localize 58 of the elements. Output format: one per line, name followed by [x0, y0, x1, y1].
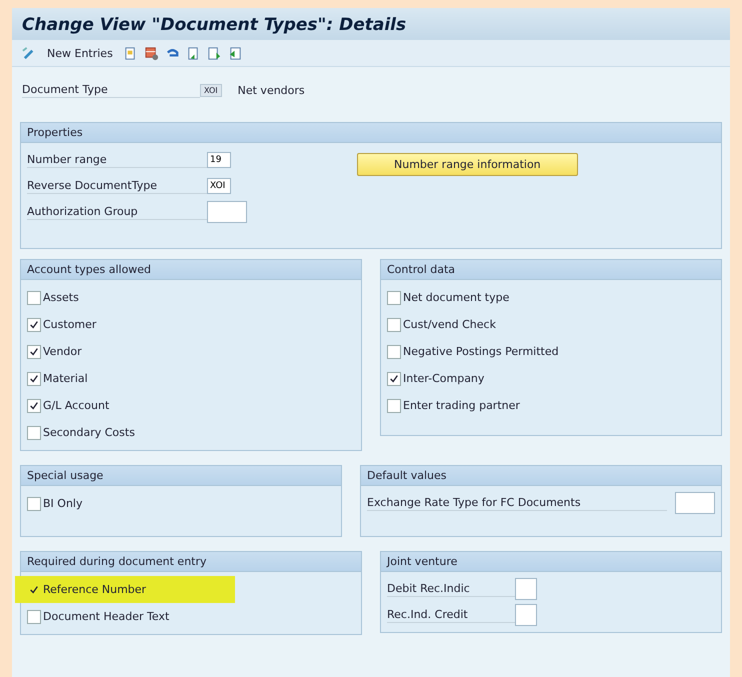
checkmark-icon	[389, 374, 399, 384]
checkbox-label: Net document type	[403, 291, 510, 304]
field-label: Number range	[27, 152, 207, 168]
group-title: Default values	[361, 466, 721, 486]
input-field[interactable]: XOI	[207, 178, 231, 194]
input-field[interactable]: 19	[207, 152, 231, 168]
checkmark-icon	[29, 320, 39, 330]
checkbox-label: Secondary Costs	[43, 426, 135, 439]
field-label: Document Type	[22, 83, 200, 98]
field-label: Exchange Rate Type for FC Documents	[367, 496, 667, 510]
checkbox[interactable]	[27, 372, 41, 386]
checkbox-label: Reference Number	[43, 583, 146, 596]
checkbox[interactable]	[27, 610, 41, 624]
input-field[interactable]	[515, 578, 537, 600]
group-title: Control data	[381, 260, 721, 280]
checkmark-icon	[29, 374, 39, 384]
document-arrow-icon[interactable]	[206, 46, 222, 60]
checkbox[interactable]	[387, 398, 401, 412]
checkmark-icon	[29, 346, 39, 356]
input-field[interactable]	[675, 492, 715, 514]
group-title: Required during document entry	[21, 552, 361, 572]
group-title: Account types allowed	[21, 260, 361, 280]
checkbox-label: Customer	[43, 318, 96, 331]
checkbox-label: Vendor	[43, 345, 82, 358]
checkbox-label: Enter trading partner	[403, 399, 520, 412]
field-label: Reverse DocumentType	[27, 178, 207, 194]
checkbox[interactable]	[387, 344, 401, 358]
number-range-button[interactable]: Number range information	[357, 153, 578, 176]
checkbox-label: Document Header Text	[43, 610, 170, 623]
input-field[interactable]	[515, 604, 537, 626]
checkbox-label: G/L Account	[43, 399, 110, 412]
checkbox[interactable]	[27, 426, 41, 440]
checkbox[interactable]	[27, 344, 41, 358]
checkbox[interactable]	[27, 290, 41, 304]
checkbox-label: BI Only	[43, 497, 82, 510]
input-field[interactable]	[207, 201, 247, 223]
checkbox[interactable]	[27, 496, 41, 510]
checkbox-label: Inter-Company	[403, 372, 484, 385]
window-title: Change View "Document Types": Details	[12, 8, 730, 40]
group-title: Joint venture	[381, 552, 721, 572]
checkbox[interactable]	[387, 290, 401, 304]
group-title: Properties	[21, 123, 721, 143]
checkbox[interactable]	[27, 318, 41, 332]
checkbox-label: Negative Postings Permitted	[403, 345, 559, 358]
checkbox-label: Cust/vend Check	[403, 318, 496, 331]
table-delete-icon[interactable]	[144, 46, 159, 60]
document-type-description: Net vendors	[238, 84, 305, 97]
checkbox-label: Assets	[43, 291, 79, 304]
new-entries-button[interactable]: New Entries	[43, 46, 117, 60]
checkbox-label: Material	[43, 372, 88, 385]
checkmark-icon	[29, 400, 39, 410]
document-type-value: XOI	[200, 84, 222, 97]
checkbox[interactable]	[387, 318, 401, 332]
field-label: Authorization Group	[27, 204, 207, 220]
checkbox[interactable]	[387, 372, 401, 386]
group-title: Special usage	[21, 466, 341, 486]
checkmark-icon	[29, 584, 39, 594]
checkbox[interactable]	[27, 398, 41, 412]
